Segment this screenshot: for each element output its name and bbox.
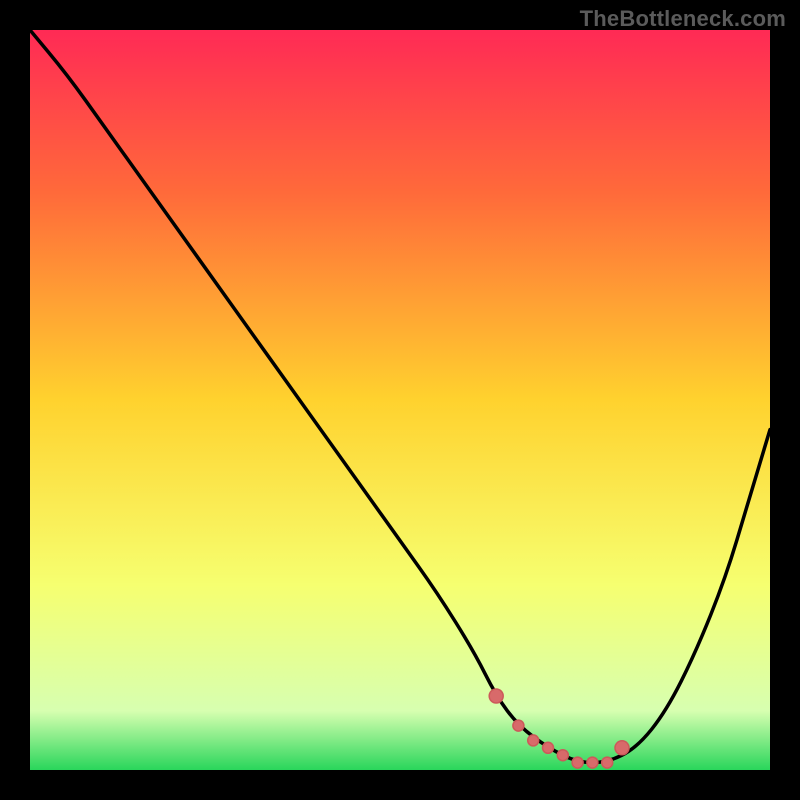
highlight-point bbox=[557, 750, 568, 761]
watermark-text: TheBottleneck.com bbox=[580, 6, 786, 32]
chart-frame: TheBottleneck.com bbox=[0, 0, 800, 800]
highlight-point bbox=[513, 720, 524, 731]
highlight-point bbox=[602, 757, 613, 768]
highlight-point bbox=[615, 741, 629, 755]
chart-svg bbox=[30, 30, 770, 770]
highlight-point bbox=[572, 757, 583, 768]
plot-area bbox=[30, 30, 770, 770]
highlight-point bbox=[543, 742, 554, 753]
gradient-background bbox=[30, 30, 770, 770]
highlight-point bbox=[587, 757, 598, 768]
highlight-point bbox=[528, 735, 539, 746]
highlight-point bbox=[489, 689, 503, 703]
